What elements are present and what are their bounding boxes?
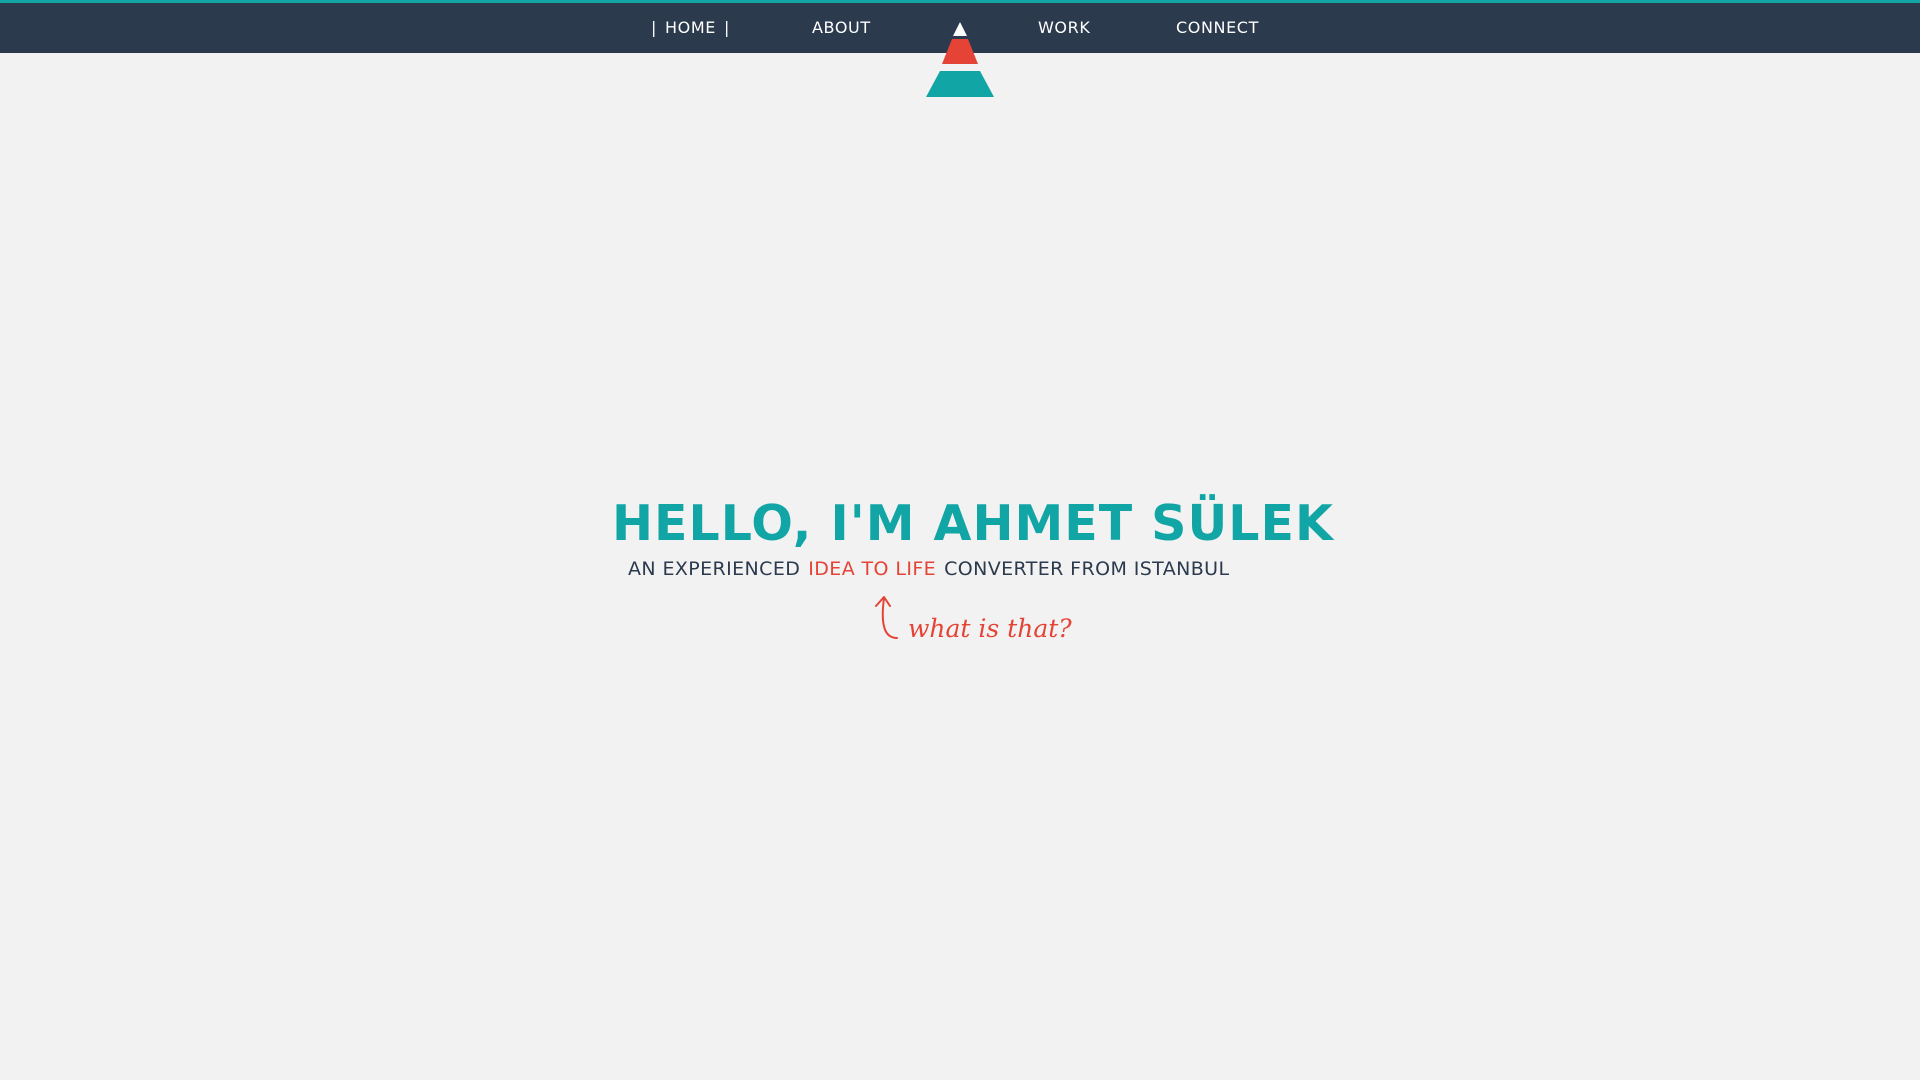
nav-about-label: ABOUT xyxy=(812,18,871,37)
hero-subtitle: AN EXPERIENCED IDEA TO LIFE CONVERTER FROM… xyxy=(628,556,1229,582)
nav-connect-label: CONNECT xyxy=(1176,18,1259,37)
logo-middle-segment xyxy=(942,39,978,64)
arrow-curve xyxy=(881,597,898,639)
nav-link-connect[interactable]: CONNECT xyxy=(1176,3,1259,53)
logo-top-segment xyxy=(953,22,967,36)
idea-to-life-link[interactable]: IDEA TO LIFE xyxy=(808,558,936,580)
hero-title: HELLO, I'M AHMET SÜLEK xyxy=(612,495,1334,552)
nav-work-label: WORK xyxy=(1038,18,1091,37)
triangle-logo-icon[interactable] xyxy=(924,22,996,98)
subtitle-suffix: CONVERTER FROM ISTANBUL xyxy=(944,558,1230,580)
nav-link-home[interactable]: | HOME | xyxy=(651,3,730,53)
what-is-that-note: what is that? xyxy=(908,614,1072,643)
nav-link-work[interactable]: WORK xyxy=(1038,3,1090,53)
logo-svg xyxy=(926,22,994,97)
logo-bottom-segment xyxy=(926,71,994,97)
subtitle-prefix: AN EXPERIENCED xyxy=(628,558,801,580)
active-marker-right: | xyxy=(723,18,730,37)
active-marker-left: | xyxy=(651,18,657,37)
nav-home-label: HOME xyxy=(665,18,716,37)
nav-link-about[interactable]: ABOUT xyxy=(812,3,871,53)
